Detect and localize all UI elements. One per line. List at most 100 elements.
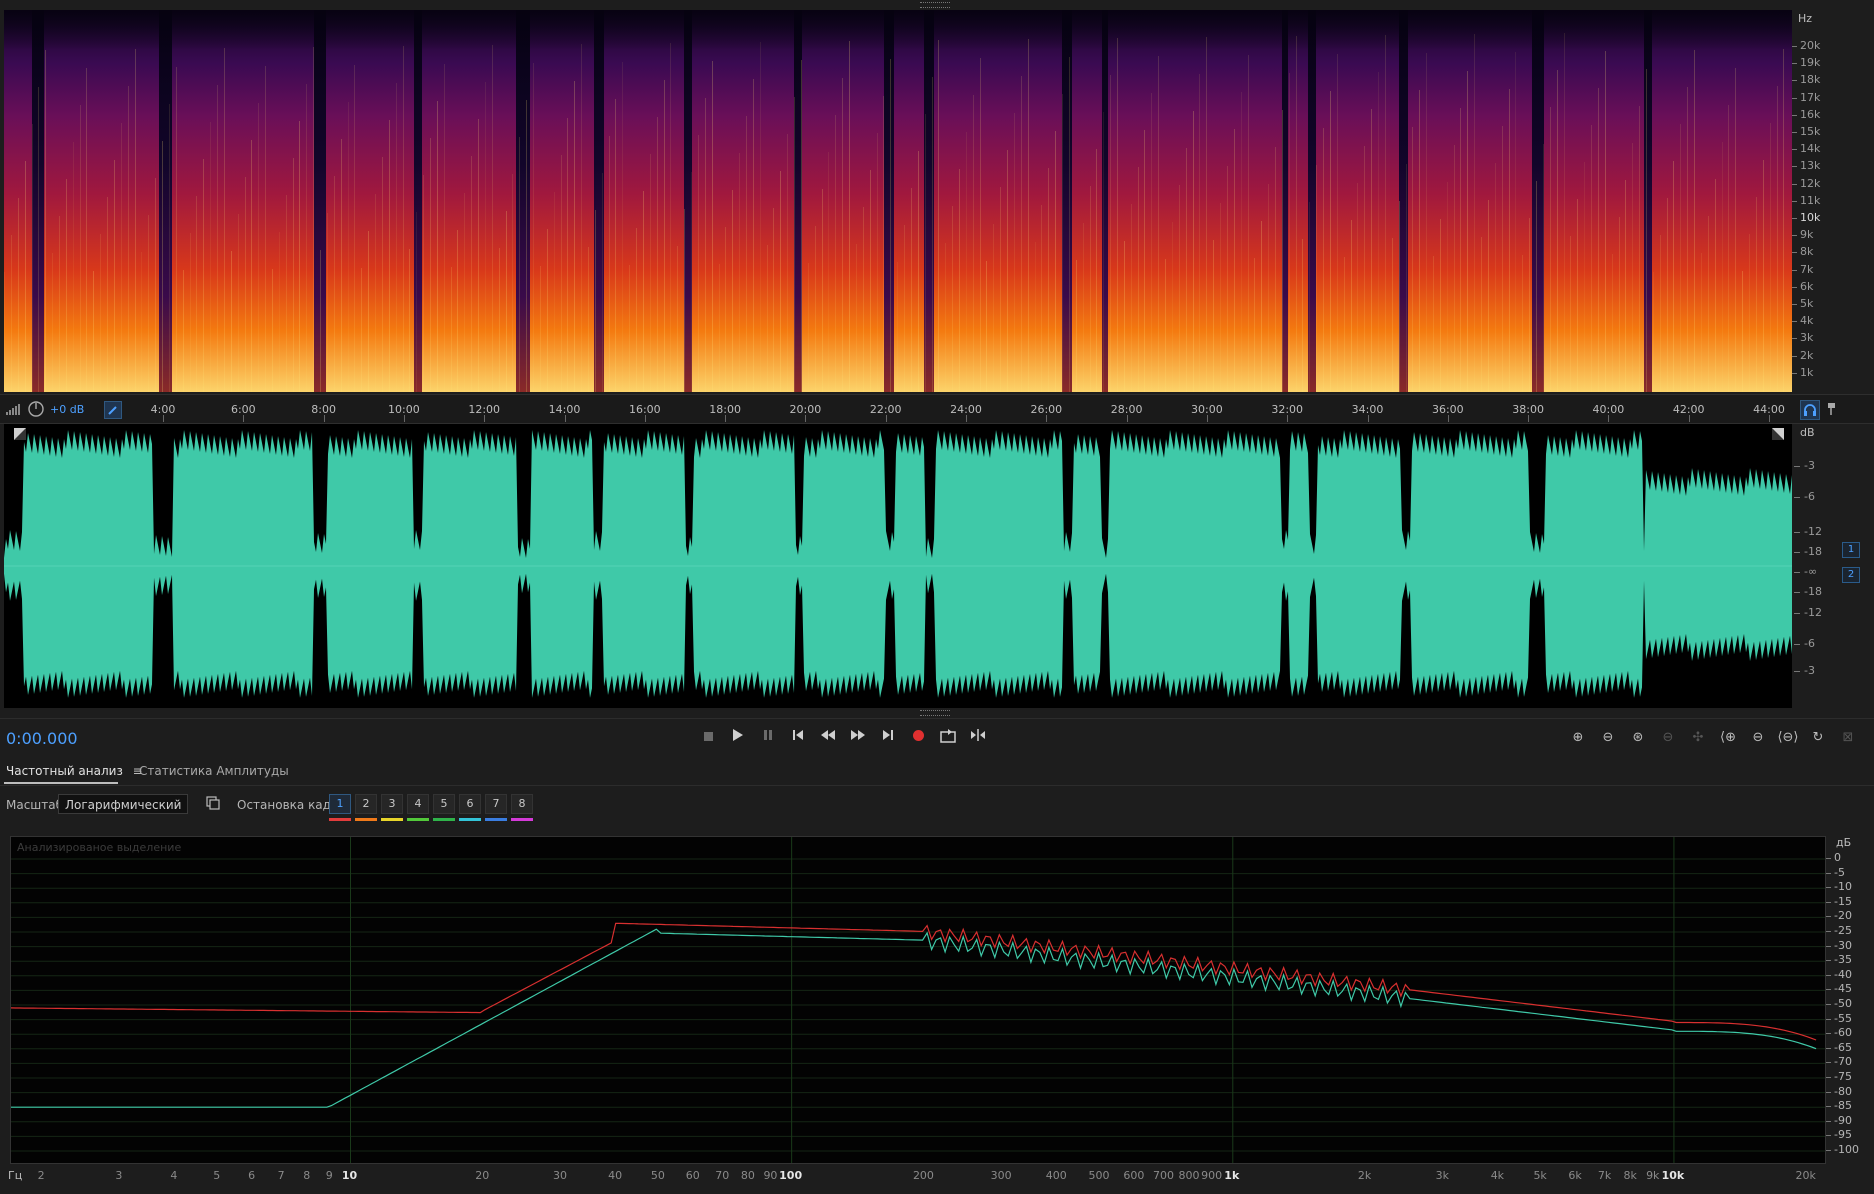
spectral-streak xyxy=(86,68,88,392)
spectral-streak xyxy=(1261,221,1263,392)
freeze-frame-2-button[interactable]: 2 xyxy=(355,794,377,814)
analysis-db-tick: -30 xyxy=(1826,938,1852,952)
freeze-frame-5-button[interactable]: 5 xyxy=(433,794,455,814)
analysis-hz-axis: Гц 2 3 4 5 6 7 8 9 10 20 30 40 50 60 70 80 90 100 200 300 40… xyxy=(0,1164,1874,1194)
play-button[interactable] xyxy=(728,729,748,747)
spectral-streak xyxy=(381,157,383,392)
spectral-streak xyxy=(1055,131,1057,392)
spectral-streak xyxy=(965,132,967,392)
scale-dropdown[interactable]: Логарифмический ⌄ xyxy=(58,794,188,814)
freeze-frame-3-button[interactable]: 3 xyxy=(381,794,403,814)
spectral-streak xyxy=(1123,241,1125,392)
skip-selection-icon xyxy=(971,729,985,741)
volume-level-value[interactable]: +0 dB xyxy=(50,403,84,416)
spectral-streak xyxy=(1769,123,1771,392)
zoom-history-button[interactable]: ↻ xyxy=(1806,729,1830,747)
spectral-streak xyxy=(677,246,679,392)
analysis-hz-tick: 70 xyxy=(715,1169,730,1182)
copy-to-clipboard-icon[interactable] xyxy=(206,796,220,810)
fade-in-handle-icon[interactable] xyxy=(14,428,26,440)
spectral-streak xyxy=(210,122,212,392)
analysis-hz-tick: 7 xyxy=(277,1169,285,1182)
stop-button[interactable] xyxy=(698,729,718,747)
freeze-frame-7-button[interactable]: 7 xyxy=(485,794,507,814)
analysis-hz-tick: 8 xyxy=(303,1169,311,1182)
hz-tick: 5k xyxy=(1791,297,1814,310)
hz-tick: 16k xyxy=(1791,107,1821,121)
go-to-start-button[interactable] xyxy=(788,729,808,747)
spectral-streak xyxy=(1426,53,1428,392)
analysis-hz-tick: 2 xyxy=(37,1169,45,1182)
time-tick-mark xyxy=(484,415,486,422)
timeline-ruler[interactable]: +0 dB 4:00 6:00 8:00 10:00 12:00 14:00 16:00 18… xyxy=(0,394,1874,424)
loop-button[interactable] xyxy=(938,729,958,747)
channel-1-toggle[interactable]: 1 xyxy=(1842,542,1860,558)
spectral-streak xyxy=(368,231,370,392)
zoom-to-selection-button[interactable]: ⊛ xyxy=(1626,729,1650,747)
zoom-out-amplitude-button[interactable]: ⊖ xyxy=(1596,729,1620,747)
time-tick-mark xyxy=(564,415,566,422)
spectral-streak xyxy=(1508,89,1510,392)
spectral-streak xyxy=(1075,260,1077,392)
freeze-frame-8-button[interactable]: 8 xyxy=(511,794,533,814)
frequency-analysis-graph[interactable]: Анализированое выделение xyxy=(10,836,1826,1164)
spectral-streak xyxy=(17,198,19,392)
spectral-streak xyxy=(697,135,699,392)
pause-button[interactable] xyxy=(758,729,778,747)
record-icon xyxy=(912,730,924,741)
spectral-streak xyxy=(869,170,871,392)
spectral-streak xyxy=(1398,201,1400,392)
volume-knob-icon[interactable] xyxy=(28,401,44,417)
waveform-display[interactable] xyxy=(4,424,1792,708)
spectral-streak xyxy=(917,151,919,392)
go-to-end-button[interactable] xyxy=(878,729,898,747)
headphones-icon[interactable] xyxy=(1800,400,1820,420)
fade-out-handle-icon[interactable] xyxy=(1772,428,1784,440)
top-resize-handle[interactable] xyxy=(920,2,950,8)
fast-forward-button[interactable] xyxy=(848,729,868,747)
zoom-out-full-button[interactable]: ⊖ xyxy=(1656,729,1680,747)
freeze-frame-4-button[interactable]: 4 xyxy=(407,794,429,814)
zoom-full-time-button[interactable]: ⟨⊖⟩ xyxy=(1776,729,1800,747)
spectral-streak xyxy=(1659,235,1661,392)
spectral-streak xyxy=(162,141,163,392)
zoom-in-amplitude-button[interactable]: ⊕ xyxy=(1566,729,1590,747)
db-tick: -6 xyxy=(1794,490,1815,503)
marker-pin-icon[interactable] xyxy=(1826,402,1838,416)
spectral-streak xyxy=(203,159,205,392)
analysis-hz-tick: 3 xyxy=(115,1169,123,1182)
spectral-streak xyxy=(704,98,706,392)
spectral-streak xyxy=(574,81,576,392)
spectral-streak xyxy=(746,116,747,392)
spectral-streak xyxy=(567,118,569,392)
spectral-streak xyxy=(931,77,933,392)
skip-selection-button[interactable] xyxy=(968,729,988,747)
spectral-display[interactable] xyxy=(4,10,1792,392)
tab-amplitude-statistics[interactable]: Статистика Амплитуды xyxy=(139,764,289,778)
zoom-reset-button[interactable]: ✣ xyxy=(1686,729,1710,747)
rewind-button[interactable] xyxy=(818,729,838,747)
freeze-frame-6-button[interactable]: 6 xyxy=(459,794,481,814)
current-time-display[interactable]: 0:00.000 xyxy=(6,729,78,748)
spectral-streak xyxy=(560,155,562,392)
record-button[interactable] xyxy=(908,729,928,747)
spectral-streak xyxy=(794,97,796,392)
spectral-gap xyxy=(414,10,422,392)
hz-tick: 13k xyxy=(1791,159,1821,173)
zoom-settings-button[interactable]: ⊠ xyxy=(1836,729,1860,747)
time-tick-mark xyxy=(1528,415,1530,422)
channel-2-toggle[interactable]: 2 xyxy=(1842,567,1860,583)
analysis-db-tick: -40 xyxy=(1826,967,1852,981)
zoom-out-time-button[interactable]: ⊖ xyxy=(1746,729,1770,747)
spectral-streak xyxy=(1673,161,1675,392)
tab-frequency-analysis[interactable]: Частотный анализ ≡ xyxy=(6,764,143,778)
zoom-in-time-button[interactable]: ⟨⊕ xyxy=(1716,729,1740,747)
freeze-frame-1-button[interactable]: 1 xyxy=(329,794,351,814)
spectral-streak xyxy=(1611,254,1613,392)
spectral-streak xyxy=(265,66,267,392)
pin-icon[interactable] xyxy=(104,401,122,419)
spectral-streak xyxy=(1336,54,1338,392)
meter-icon[interactable] xyxy=(6,403,20,415)
bottom-resize-handle[interactable] xyxy=(920,710,950,716)
spectral-streak xyxy=(409,249,411,392)
